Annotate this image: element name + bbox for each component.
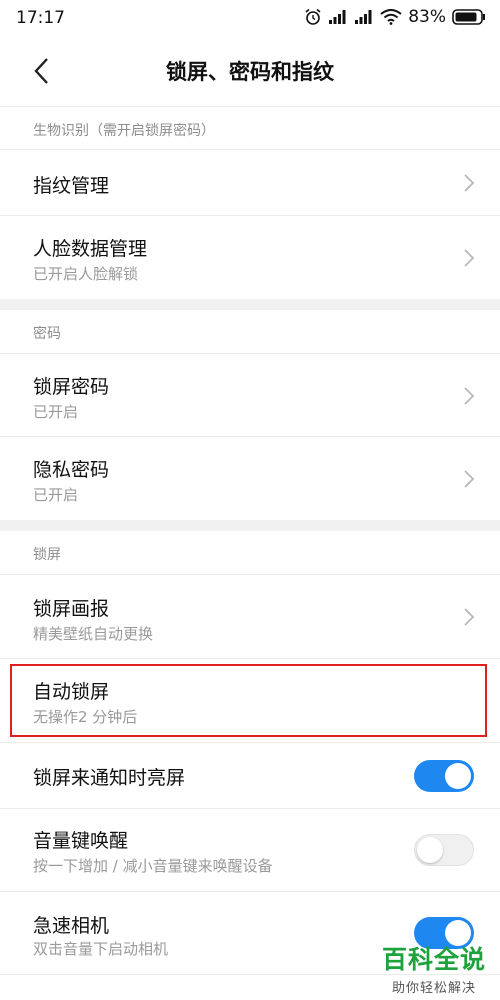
watermark-logo: 百科全说 助你轻松解决 [382, 940, 486, 996]
item-title: 音量键唤醒 [33, 830, 129, 852]
volume-key-wake-item[interactable]: 音量键唤醒 按一下增加 / 减小音量键来唤醒设备 [0, 809, 500, 892]
item-title: 人脸数据管理 [33, 238, 148, 260]
title-divider [0, 106, 500, 107]
toggle-knob [417, 837, 443, 863]
page-title: 锁屏、密码和指纹 [166, 60, 334, 84]
watermark-slogan: 助你轻松解决 [391, 981, 476, 996]
chevron-right-icon [464, 249, 475, 267]
item-subtitle: 已开启 [33, 486, 79, 504]
item-subtitle: 双击音量下启动相机 [33, 940, 169, 958]
battery-icon [452, 9, 485, 25]
volume-key-wake-toggle[interactable] [414, 834, 474, 866]
status-bar: 17:17 83% [0, 0, 500, 36]
chevron-right-icon [464, 608, 475, 626]
lock-screen-password-item[interactable]: 锁屏密码 已开启 [0, 354, 500, 437]
item-subtitle: 精美壁纸自动更换 [33, 625, 154, 643]
wifi-icon [380, 9, 402, 25]
item-subtitle: 已开启人脸解锁 [33, 265, 139, 283]
toggle-knob [445, 763, 471, 789]
battery-percent: 83% [408, 7, 446, 27]
section-gap [0, 299, 500, 310]
chevron-right-icon [464, 470, 475, 488]
section-header-password: 密码 [33, 326, 61, 342]
item-title: 急速相机 [33, 915, 110, 937]
section-header-biometrics: 生物识别（需开启锁屏密码） [33, 123, 215, 139]
chevron-right-icon [464, 174, 475, 192]
alarm-icon [305, 8, 321, 25]
privacy-password-item[interactable]: 隐私密码 已开启 [0, 437, 500, 520]
status-time: 17:17 [16, 8, 65, 28]
item-title: 锁屏密码 [33, 376, 110, 398]
item-subtitle: 已开启 [33, 403, 79, 421]
section-header-lockscreen: 锁屏 [33, 547, 61, 563]
highlight-box [10, 664, 487, 737]
section-gap [0, 520, 500, 531]
watermark-brand: 百科全说 [381, 945, 486, 974]
fingerprint-management-item[interactable]: 指纹管理 [0, 150, 500, 216]
notification-wake-item[interactable]: 锁屏来通知时亮屏 [0, 743, 500, 809]
title-bar: 锁屏、密码和指纹 [0, 36, 500, 106]
lockscreen-wallpaper-item[interactable]: 锁屏画报 精美壁纸自动更换 [0, 575, 500, 659]
item-title: 锁屏画报 [33, 598, 110, 620]
item-title: 指纹管理 [33, 175, 110, 197]
item-title: 隐私密码 [33, 459, 110, 481]
face-data-management-item[interactable]: 人脸数据管理 已开启人脸解锁 [0, 216, 500, 299]
chevron-right-icon [464, 387, 475, 405]
status-icons: 83% [304, 7, 486, 27]
notification-wake-toggle[interactable] [414, 760, 474, 792]
signal-icon-2 [355, 10, 372, 24]
signal-icon [329, 10, 346, 24]
item-subtitle: 按一下增加 / 减小音量键来唤醒设备 [33, 857, 273, 875]
item-title: 锁屏来通知时亮屏 [33, 767, 186, 789]
